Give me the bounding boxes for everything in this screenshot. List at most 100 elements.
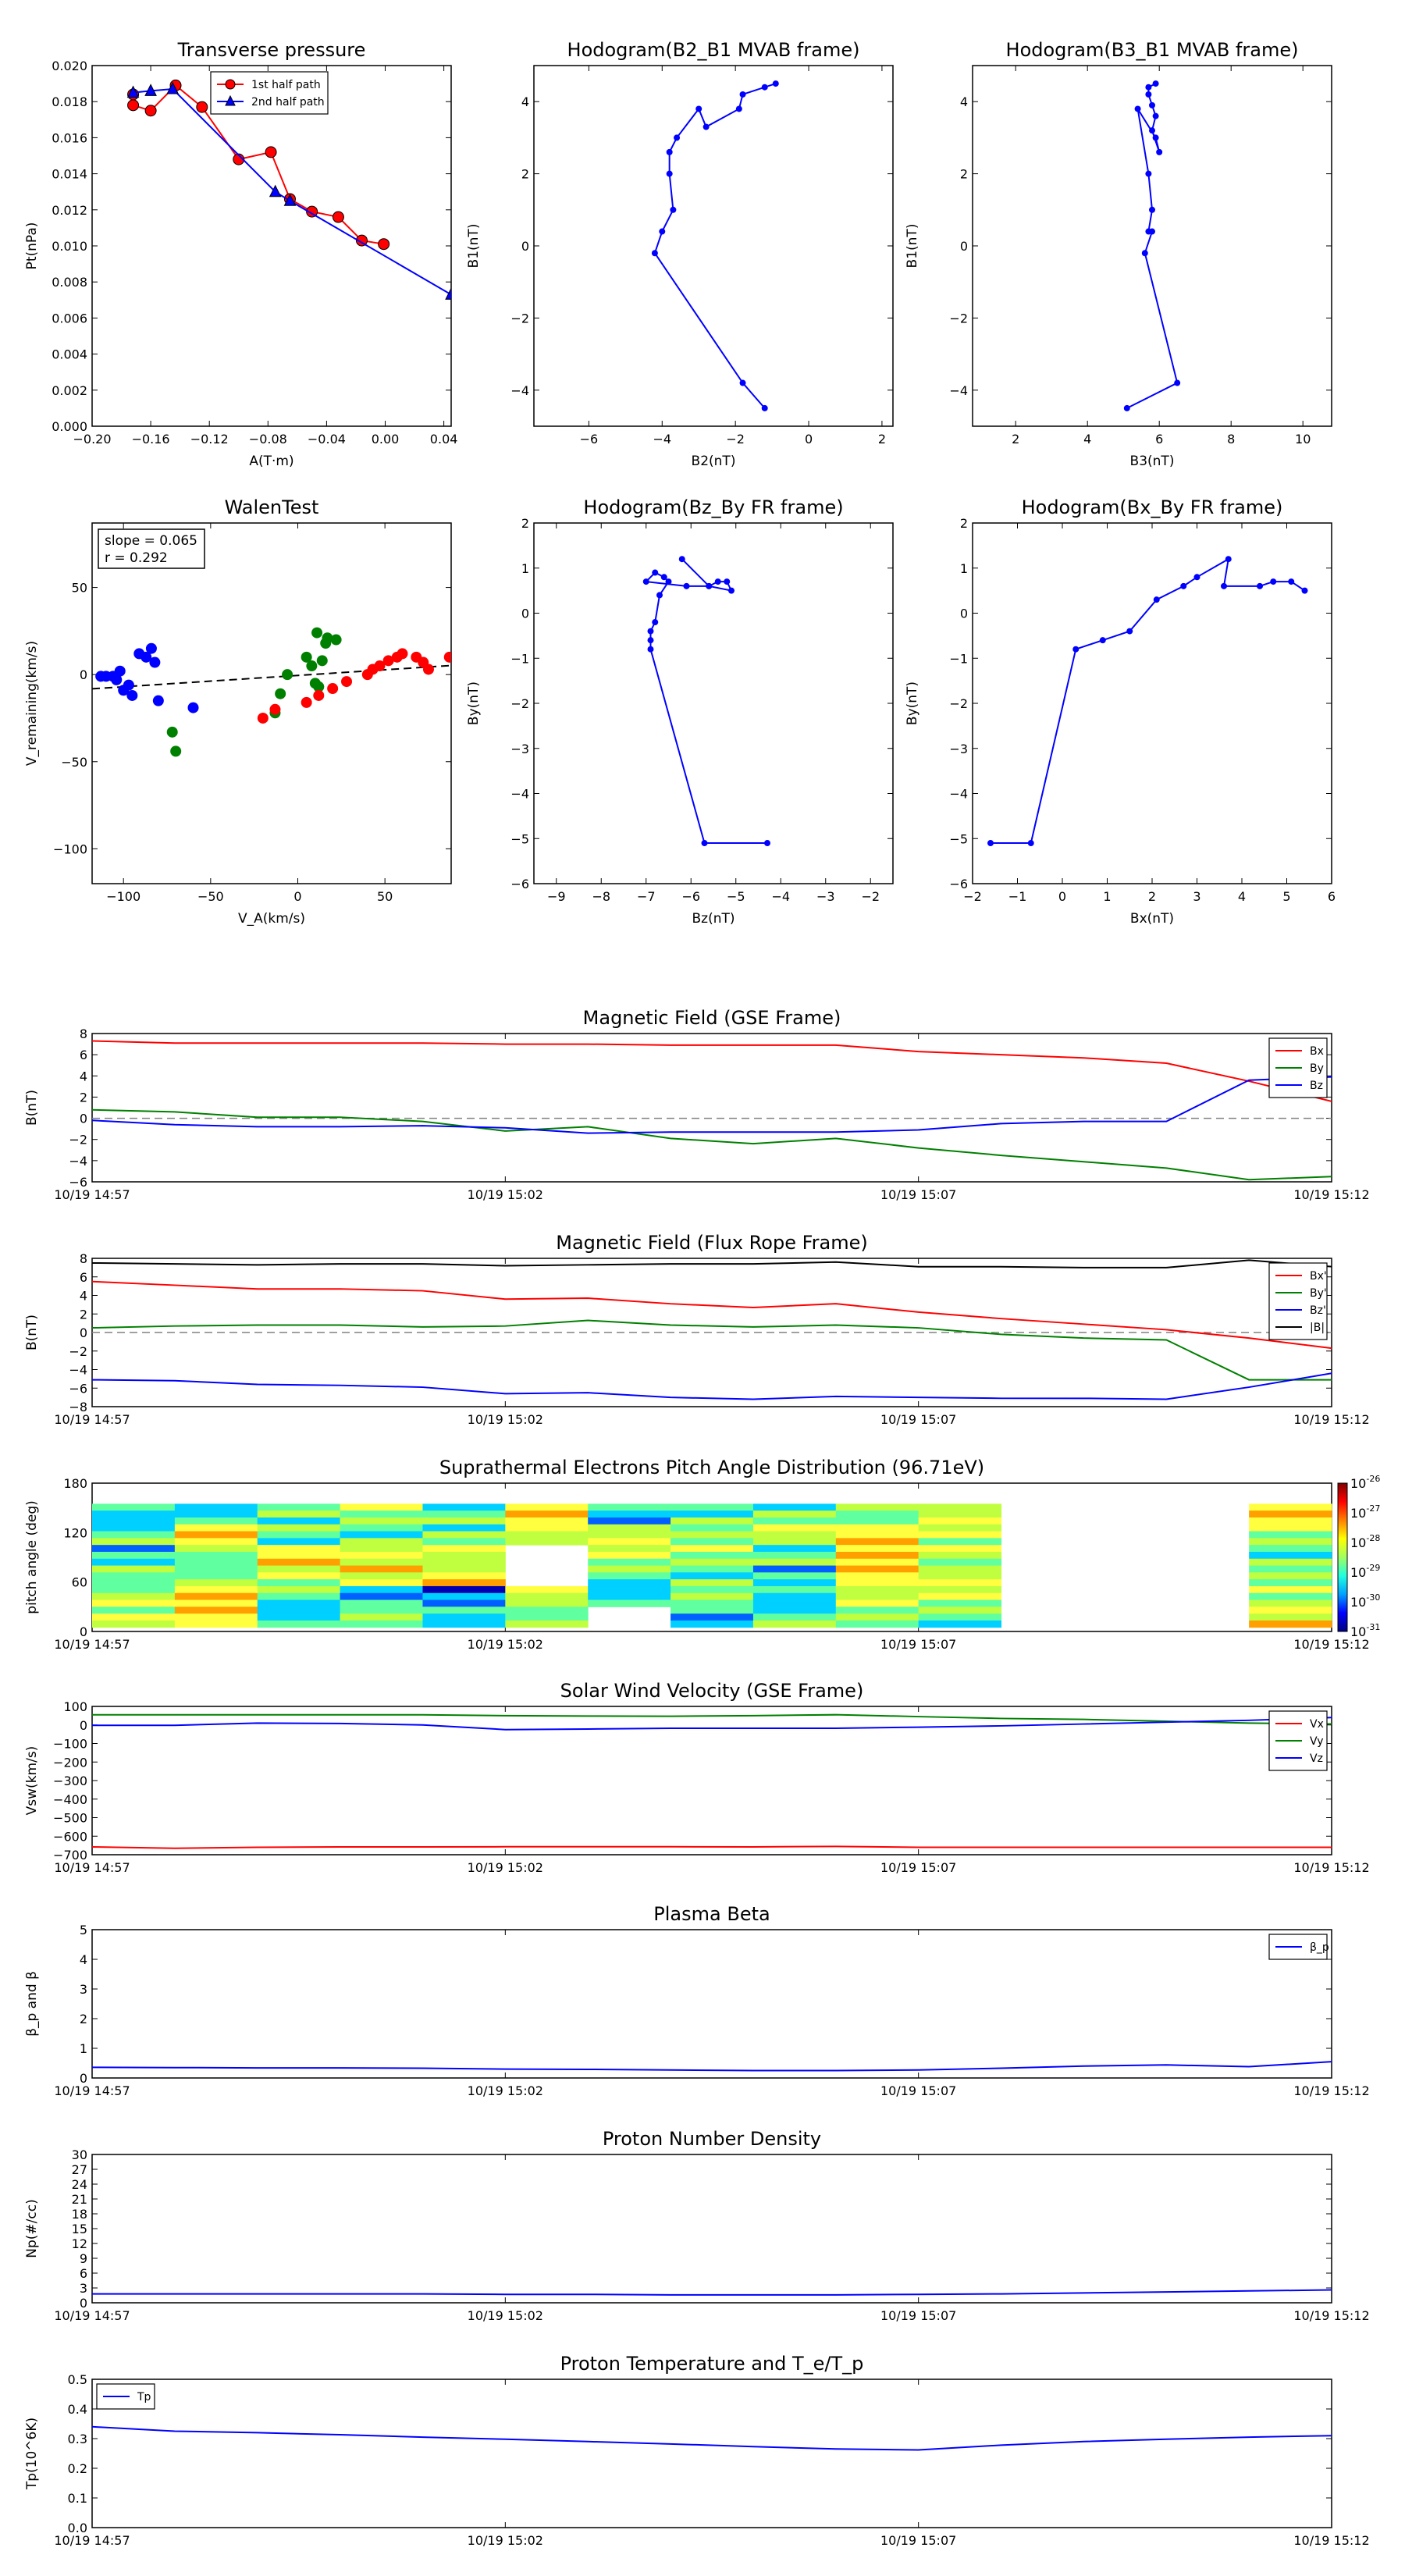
y-tick-label: 2 [80,1307,87,1322]
data-point [149,656,161,668]
x-tick-label: −0.04 [308,432,346,447]
heatmap-cell [588,1503,671,1511]
heatmap-cell [835,1614,919,1621]
heatmap-cell [670,1538,754,1546]
heatmap-cell [340,1558,423,1567]
x-tick-label: 6 [1155,432,1163,447]
plot-area [92,627,451,757]
y-tick-label: 0 [80,1325,87,1340]
colorbar-tick-exp: -30 [1366,1592,1380,1603]
legend-label: Vy [1310,1735,1324,1748]
x-tick-label: 4 [1083,432,1091,447]
heatmap-cell [92,1503,176,1511]
heatmap-cell [505,1531,589,1539]
x-tick-label: 6 [1328,889,1336,904]
chart-title: Magnetic Field (GSE Frame) [583,1007,841,1029]
heatmap-cell [588,1592,671,1601]
y-tick-label: −3 [949,742,968,756]
data-point [735,105,742,112]
plot-area [651,80,779,411]
colorbar-tick-exp: -27 [1366,1503,1380,1514]
heatmap-cell [588,1517,671,1525]
y-tick-label: 4 [80,1289,87,1304]
data-point [1153,596,1160,603]
y-axis-label: Vsw(km/s) [24,1746,40,1816]
heatmap-cell [752,1579,837,1587]
x-tick-label: 10/19 15:02 [468,2533,543,2548]
series-line-2nd half path [133,87,451,296]
x-tick-label: −7 [637,889,656,904]
data-point [728,587,735,594]
heatmap-cell [257,1524,341,1532]
data-point [1149,228,1155,235]
heatmap-cell [92,1592,176,1601]
heatmap-cell [670,1517,754,1525]
heatmap-cell [422,1599,506,1607]
y-tick-label: −1 [949,651,968,666]
heatmap-cell [1249,1524,1332,1532]
legend-label: By [1310,1062,1324,1075]
heatmap-cell [752,1620,837,1628]
x-tick-label: −100 [106,889,140,904]
colorbar-tick-exp: -28 [1366,1533,1380,1543]
x-tick-label: 0 [293,889,301,904]
y-tick-label: −1 [510,651,529,666]
plot-frame [91,2379,1332,2528]
annotation-slope: slope = 0.065 [105,533,197,549]
heatmap-cell [752,1565,837,1573]
x-tick-label: 10/19 14:57 [54,1187,130,1202]
y-tick-label: 0 [80,1112,87,1126]
colorbar-tick-exp: -31 [1366,1622,1380,1632]
x-tick-label: 10/19 15:07 [880,1187,956,1202]
colorbar-tick-label: 10-29 [1350,1563,1380,1580]
x-tick-label: 10/19 15:07 [880,1637,956,1652]
x-tick-label: −6 [681,889,700,904]
x-tick-label: 0.00 [372,432,400,447]
heatmap-cell [1249,1565,1332,1573]
heatmap-cell [92,1517,176,1525]
y-tick-label: −100 [53,1737,87,1752]
y-tick-label: 0.016 [52,130,87,145]
legend-label: Bz' [1310,1304,1326,1317]
y-tick-label: 2 [80,2012,87,2026]
heatmap-cell [174,1558,258,1567]
x-tick-label: −3 [816,889,835,904]
y-tick-label: 8 [80,1251,87,1266]
heatmap-cell [92,1524,176,1532]
legend-label: Bz [1310,1080,1323,1092]
y-axis-label: β_p and β [24,1971,40,2037]
x-tick-label: 10/19 15:12 [1293,1412,1369,1427]
data-point [166,726,178,738]
x-tick-label: 1 [1103,889,1111,904]
colorbar-tick-base: 10 [1350,1624,1366,1639]
data-point [123,679,134,691]
heatmap-cell [505,1614,589,1621]
y-tick-label: 2 [960,516,968,531]
heatmap-cell [92,1572,176,1580]
heatmap-cell [340,1599,423,1607]
heatmap-cell [918,1614,1002,1621]
heatmap-cell [588,1545,671,1553]
data-point [1225,556,1232,563]
data-point [1193,574,1200,581]
heatmap-cell [670,1572,754,1580]
x-tick-label: −4 [771,889,790,904]
data-point [332,211,344,223]
heatmap-cell [174,1545,258,1553]
heatmap-cell [422,1545,506,1553]
heatmap-cell [835,1524,919,1532]
data-point [1152,134,1159,141]
chart-hxy: Hodogram(Bx_By FR frame)−6−5−4−3−2−1012−… [905,496,1336,927]
data-point [1221,582,1227,589]
data-point [1141,250,1148,257]
heatmap-cell [174,1565,258,1573]
heatmap-cell [918,1503,1002,1511]
y-tick-label: 27 [72,2162,87,2177]
series-line-Bz' [92,1372,1332,1400]
heatmap-cell [340,1517,423,1525]
heatmap-cell [174,1585,258,1594]
x-axis-label: B3(nT) [1130,454,1175,469]
heatmap-cell [340,1620,423,1628]
heatmap-cell [835,1606,919,1614]
heatmap-cell [422,1585,506,1594]
